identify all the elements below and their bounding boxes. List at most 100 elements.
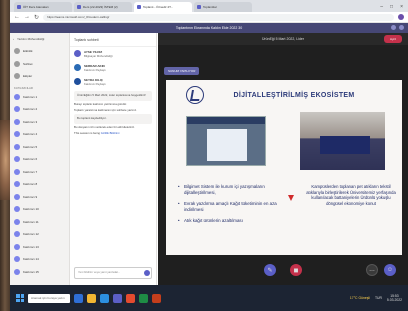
rail-item-teams[interactable]: Ekipler xyxy=(10,70,69,83)
teams-icon xyxy=(14,73,20,80)
browser-tab[interactable]: Toplantılar xyxy=(194,2,252,12)
rail-item-chat[interactable]: Sohbet xyxy=(10,58,69,71)
rail-header-label: Yazılım Mühendisliği xyxy=(17,37,45,41)
bullet-item: Evrak yazdırma amaçlı Kağıt tüketiminin … xyxy=(178,201,296,213)
language-indicator[interactable]: TUR xyxy=(375,296,382,300)
participant-name: Katılımcı 2 xyxy=(23,107,38,112)
powerpoint-icon[interactable] xyxy=(152,293,161,303)
rail-item-label: Etkinlik xyxy=(23,49,33,54)
participant-item[interactable]: Katılımcı 8 xyxy=(10,178,69,191)
bullet-item: Bilgimet Sistem ile kurum içi yazışmalar… xyxy=(178,184,296,196)
minimize-icon[interactable]: – xyxy=(380,4,383,10)
chat-system-note: Ürün/Eğitim 5 Mart 2022, Lider toplantıs… xyxy=(74,91,152,101)
compose-input[interactable]: Yeni bildirim veya yanıt yaz/adat... xyxy=(74,267,152,279)
participant-name: Katılımcı 15 xyxy=(23,269,39,274)
chat-message: SERDAR AKIN Katılımcı Paylaştı xyxy=(70,61,156,75)
tab-favicon-icon xyxy=(137,5,141,9)
reload-icon[interactable]: ↻ xyxy=(34,14,39,21)
participant-item[interactable]: Katılımcı 6 xyxy=(10,153,69,166)
participant-name: Katılımcı 13 xyxy=(23,244,39,249)
taskbar-search-input[interactable]: Aramak için buraya yazın xyxy=(28,293,70,303)
browser-tabstrip: ÖİT Ders Atamaları Ders (22-2023) İSTEM … xyxy=(10,0,408,12)
windows-taskbar: Aramak için buraya yazın 17°C Güneşli TU… xyxy=(10,285,408,311)
screenshot-image xyxy=(186,116,266,166)
participant-item[interactable]: Katılımcı 15 xyxy=(10,266,69,279)
teams-titlebar: Toplantının Ekranında Kaldın Ekle 2022 3… xyxy=(10,23,408,33)
tab-favicon-icon xyxy=(197,5,201,9)
tab-label: Toplantı - Öznedir 2T... xyxy=(143,5,174,9)
participant-item[interactable]: Katılımcı 2 xyxy=(10,103,69,116)
weather-widget[interactable]: 17°C Güneşli xyxy=(350,296,370,300)
chat-system-note: Toplantı yaratırıma katılmanın için sohb… xyxy=(74,107,137,112)
more-icon[interactable]: … xyxy=(366,264,378,276)
url-input[interactable]: https://teams.microsoft.com/_#/modern-ca… xyxy=(43,13,394,21)
participant-item[interactable]: Katılımcı 14 xyxy=(10,253,69,266)
back-icon[interactable]: ← xyxy=(14,14,20,20)
profile-avatar[interactable] xyxy=(398,14,404,20)
participant-item[interactable]: Katılımcı 5 xyxy=(10,141,69,154)
participant-name: Katılımcı 1 xyxy=(23,94,38,99)
chat-system-note: This session is being Gizlilik Bildirimi xyxy=(74,131,152,136)
avatar xyxy=(14,156,20,163)
chat-header: Toplantı sohbeti xyxy=(70,33,156,47)
meeting-stage: ÜrünEği 5 Mart 2022, Lider Ayrıl SUNUM Y… xyxy=(158,33,408,285)
settings-icon[interactable] xyxy=(391,25,396,30)
browser-tab[interactable]: Ders (22-2023) İSTEM (2) xyxy=(74,2,132,12)
participant-item[interactable]: Katılımcı 11 xyxy=(10,216,69,229)
avatar xyxy=(14,93,20,100)
participant-name: Katılımcı 12 xyxy=(23,232,39,237)
left-rail: ‹ Yazılım Mühendisliği Etkinlik Sohbet E… xyxy=(10,33,70,285)
pointer-icon xyxy=(288,195,294,201)
browser-tab-active[interactable]: Toplantı - Öznedir 2T... xyxy=(134,2,192,12)
participant-item[interactable]: Katılımcı 13 xyxy=(10,241,69,254)
avatar xyxy=(14,243,20,250)
chrome-icon[interactable] xyxy=(126,293,135,303)
address-bar: ← → ↻ https://teams.microsoft.com/_#/mod… xyxy=(10,12,408,23)
avatar xyxy=(74,78,81,85)
participant-item[interactable]: Katılımcı 3 xyxy=(10,116,69,129)
participants-icon[interactable]: ☺ xyxy=(384,264,396,276)
slide-bullets: Bilgimet Sistem ile kurum içi yazışmalar… xyxy=(178,184,296,229)
chat-system-note: Burayı toplantı katılımcı yazılımına gön… xyxy=(74,101,127,106)
teams-icon[interactable] xyxy=(113,293,122,303)
rail-item-activity[interactable]: Etkinlik xyxy=(10,45,69,58)
window-controls: – □ × xyxy=(380,2,408,12)
close-icon[interactable]: × xyxy=(400,4,403,10)
rail-header[interactable]: ‹ Yazılım Mühendisliği xyxy=(10,33,69,45)
file-explorer-icon[interactable] xyxy=(87,293,96,303)
user-avatar[interactable] xyxy=(399,25,404,30)
taskview-icon[interactable] xyxy=(74,293,83,303)
participant-name: Katılımcı 7 xyxy=(23,169,38,174)
send-icon[interactable] xyxy=(144,270,150,276)
windows-start-icon[interactable] xyxy=(16,294,24,302)
avatar xyxy=(74,50,81,57)
maximize-icon[interactable]: □ xyxy=(390,4,393,10)
participant-name: Katılımcı 14 xyxy=(23,257,39,262)
browser-tab[interactable]: ÖİT Ders Atamaları xyxy=(14,2,72,12)
chat-toggle-icon[interactable]: ✎ xyxy=(264,264,276,276)
participant-item[interactable]: Katılımcı 7 xyxy=(10,166,69,179)
participant-item[interactable]: Katılımcı 10 xyxy=(10,203,69,216)
presenting-badge: SUNUM YAPILIYOR xyxy=(164,67,200,75)
participant-item[interactable]: Katılımcı 4 xyxy=(10,128,69,141)
privacy-link[interactable]: Gizlilik Bildirimi xyxy=(101,131,120,135)
participant-name: Katılımcı 8 xyxy=(23,182,38,187)
edge-icon[interactable] xyxy=(100,293,109,303)
rail-item-label: Ekipler xyxy=(23,74,33,79)
participant-item[interactable]: Katılımcı 1 xyxy=(10,91,69,104)
back-arrow-icon[interactable]: ‹ xyxy=(13,37,14,41)
bell-icon xyxy=(14,48,20,55)
leave-button[interactable]: Ayrıl xyxy=(384,35,402,43)
forward-icon[interactable]: → xyxy=(24,14,30,20)
teams-title: Toplantının Ekranında Kaldın Ekle 2022 3… xyxy=(175,26,243,30)
participant-name: Katılımcı 5 xyxy=(23,144,38,149)
participant-item[interactable]: Katılımcı 9 xyxy=(10,191,69,204)
tab-label: Ders (22-2023) İSTEM (2) xyxy=(83,5,118,9)
excel-icon[interactable] xyxy=(139,293,148,303)
share-stop-icon[interactable]: ◼ xyxy=(290,264,302,276)
participant-item[interactable]: Katılımcı 12 xyxy=(10,228,69,241)
clock[interactable]: 15:53 5.03.2022 xyxy=(387,294,402,302)
rail-item-label: Sohbet xyxy=(23,61,33,66)
meeting-topbar: ÜrünEği 5 Mart 2022, Lider Ayrıl xyxy=(158,33,408,45)
participant-name: Katılımcı 11 xyxy=(23,219,39,224)
